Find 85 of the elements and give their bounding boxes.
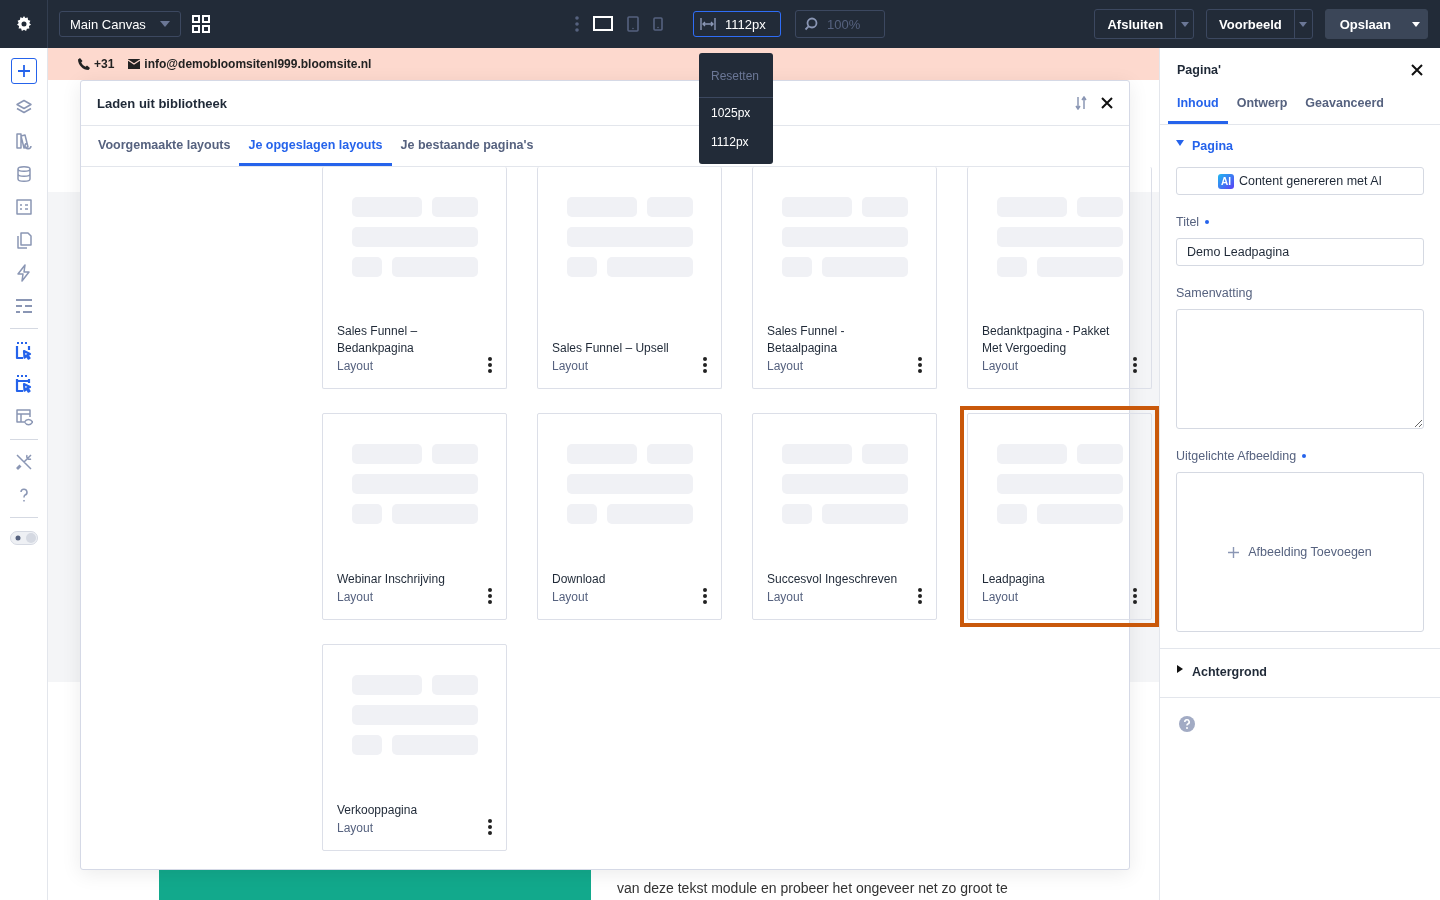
card-type: Layout — [982, 359, 1020, 373]
grid-icon[interactable] — [192, 15, 210, 33]
more-icon[interactable] — [703, 588, 707, 604]
title-field[interactable]: Demo Leadpagina — [1176, 238, 1424, 266]
modal-title: Laden uit bibliotheek — [97, 95, 227, 111]
width-icon — [700, 18, 716, 30]
width-option[interactable]: 1112px — [699, 127, 773, 156]
close-icon[interactable] — [1411, 64, 1423, 76]
book-icon[interactable] — [14, 132, 33, 150]
settings-icon[interactable] — [15, 16, 32, 32]
card-title: Webinar Inschrijving — [337, 571, 446, 588]
card-title: Bedanktpagina - Pakket Met Vergoeding — [982, 323, 1111, 357]
caret-icon — [1180, 21, 1189, 27]
tab[interactable]: Geavanceerd — [1296, 92, 1393, 124]
card-type: Layout — [552, 590, 590, 604]
card-type: Layout — [337, 590, 375, 604]
add-button[interactable] — [10, 58, 37, 84]
eye-icon[interactable] — [14, 408, 33, 426]
field-label: Titel — [1176, 215, 1200, 229]
plus-icon — [1228, 546, 1240, 558]
more-icon[interactable] — [488, 819, 492, 835]
tools-icon[interactable] — [14, 453, 33, 471]
caret-icon — [1176, 665, 1184, 673]
card-title: Sales Funnel - Betaalpagina — [767, 323, 846, 357]
width-field[interactable]: 1112px — [693, 11, 781, 37]
dot-icon — [1205, 220, 1210, 224]
caret-icon — [1299, 21, 1308, 27]
card-title: Verkooppagina — [337, 802, 419, 819]
more-icon[interactable] — [1133, 588, 1137, 604]
canvas-select[interactable]: Main Canvas — [59, 11, 181, 37]
tab[interactable]: Voorgemaakte layouts — [89, 126, 240, 166]
caret-icon — [1412, 21, 1420, 27]
more-icon[interactable] — [703, 357, 707, 373]
card-type: Layout — [337, 821, 375, 835]
card-title: Leadpagina — [982, 571, 1046, 588]
phone-text: +31 — [78, 57, 115, 71]
field-label: Samenvatting — [1176, 286, 1253, 300]
phone-icon — [78, 58, 90, 70]
database-icon[interactable] — [14, 165, 33, 183]
mail-icon — [128, 59, 141, 69]
add-image-button[interactable]: Afbeelding Toevoegen — [1176, 472, 1424, 632]
caret-icon — [1176, 139, 1184, 147]
search-icon — [804, 17, 818, 31]
panel-title: Pagina' — [1177, 63, 1221, 77]
plus-icon — [17, 65, 30, 77]
card-type: Layout — [982, 590, 1020, 604]
theme-toggle[interactable] — [9, 531, 38, 545]
more-icon[interactable] — [1133, 357, 1137, 373]
card-type: Layout — [552, 359, 590, 373]
tab[interactable]: Inhoud — [1168, 92, 1228, 124]
more-icon[interactable] — [918, 588, 922, 604]
card-title: Sales Funnel – Upsell — [552, 340, 670, 357]
tab[interactable]: Ontwerp — [1227, 92, 1297, 124]
card-type: Layout — [767, 590, 805, 604]
sort-icon[interactable] — [1075, 96, 1087, 110]
section-toggle[interactable]: Achtergrond — [1176, 663, 1267, 681]
card-title: Succesvol Ingeschreven — [767, 571, 899, 588]
paragraph-text: van deze tekst module en probeer het ongeveer net zo groot te — [617, 879, 1008, 898]
ai-button[interactable]: AI Content genereren met AI — [1176, 167, 1424, 195]
card-type: Layout — [767, 359, 805, 373]
tab[interactable]: Je bestaande pagina's — [391, 126, 543, 166]
close-icon[interactable] — [1101, 97, 1113, 109]
section-toggle[interactable]: Pagina — [1176, 137, 1424, 155]
field-label: Uitgelichte Afbeelding — [1176, 449, 1297, 463]
rows-icon[interactable] — [14, 297, 33, 315]
tab[interactable]: Je opgeslagen layouts — [239, 126, 392, 166]
more-icon[interactable] — [488, 357, 492, 373]
desktop-icon[interactable] — [593, 16, 613, 32]
toolbar-button[interactable]: Voorbeeld — [1207, 10, 1294, 38]
toolbar-button[interactable]: Afsluiten — [1095, 10, 1176, 38]
more-icon[interactable] — [488, 588, 492, 604]
bolt-icon[interactable] — [14, 264, 33, 282]
email-text: info@demobloomsitenl999.bloomsite.nl — [128, 57, 372, 71]
card-title: Sales Funnel – Bedankpagina — [337, 323, 419, 357]
summary-field[interactable] — [1176, 309, 1424, 429]
card-type: Layout — [337, 359, 375, 373]
cursor-icon[interactable] — [14, 375, 33, 393]
width-option[interactable]: 1025px — [699, 98, 773, 127]
toolbar-button[interactable]: Opslaan — [1325, 10, 1405, 38]
layout-card[interactable]: Leadpagina Layout — [960, 406, 1159, 627]
more-icon[interactable] — [918, 357, 922, 373]
cursor-icon[interactable] — [14, 342, 33, 360]
caret-icon — [160, 21, 170, 27]
dot-icon — [1302, 454, 1307, 458]
card-title: Download — [552, 571, 607, 588]
